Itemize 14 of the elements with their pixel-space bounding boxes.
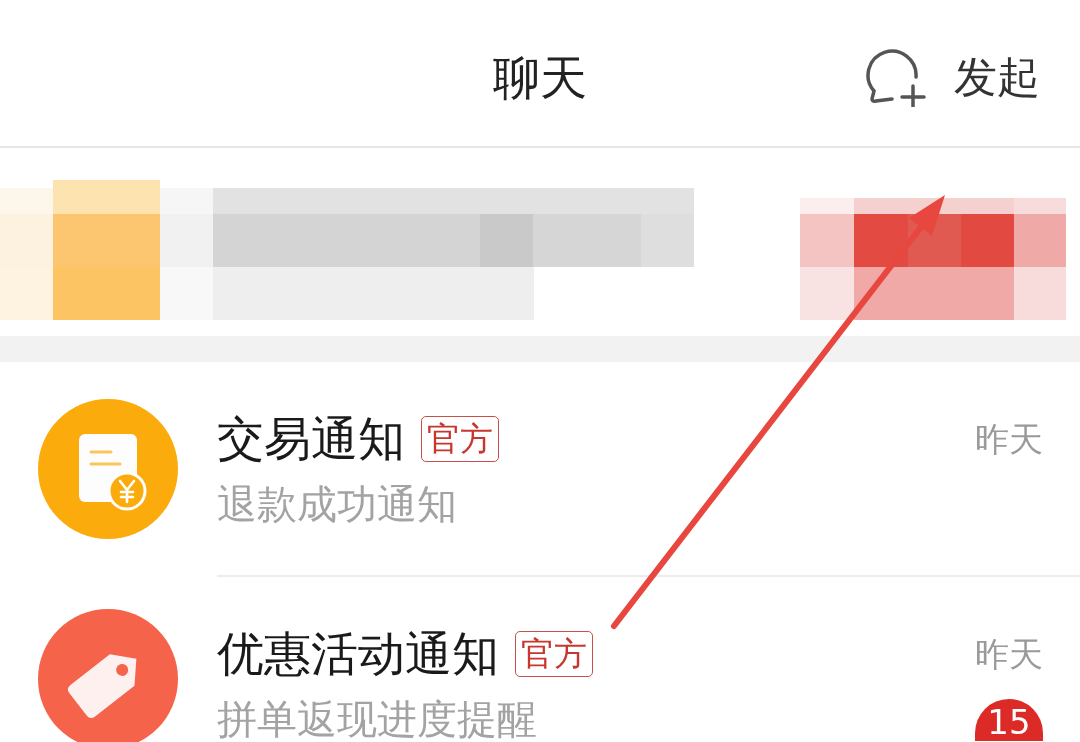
conversation-title: 交易通知	[217, 415, 405, 462]
timestamp: 昨天	[975, 636, 1043, 671]
price-tag-icon	[38, 609, 178, 742]
official-badge: 官方	[421, 415, 499, 462]
conversation-title: 优惠活动通知	[217, 630, 499, 677]
chat-bubble-plus-icon	[864, 47, 928, 107]
start-chat-button[interactable]: 发起	[864, 47, 1040, 107]
official-badge: 官方	[515, 630, 593, 677]
header-title: 聊天	[493, 48, 587, 101]
unread-count-badge: 15	[975, 699, 1043, 741]
message-preview: 拼单返现进度提醒	[217, 699, 537, 739]
message-preview: 退款成功通知	[217, 484, 457, 524]
receipt-yen-icon	[38, 399, 178, 539]
timestamp: 昨天	[975, 421, 1043, 456]
